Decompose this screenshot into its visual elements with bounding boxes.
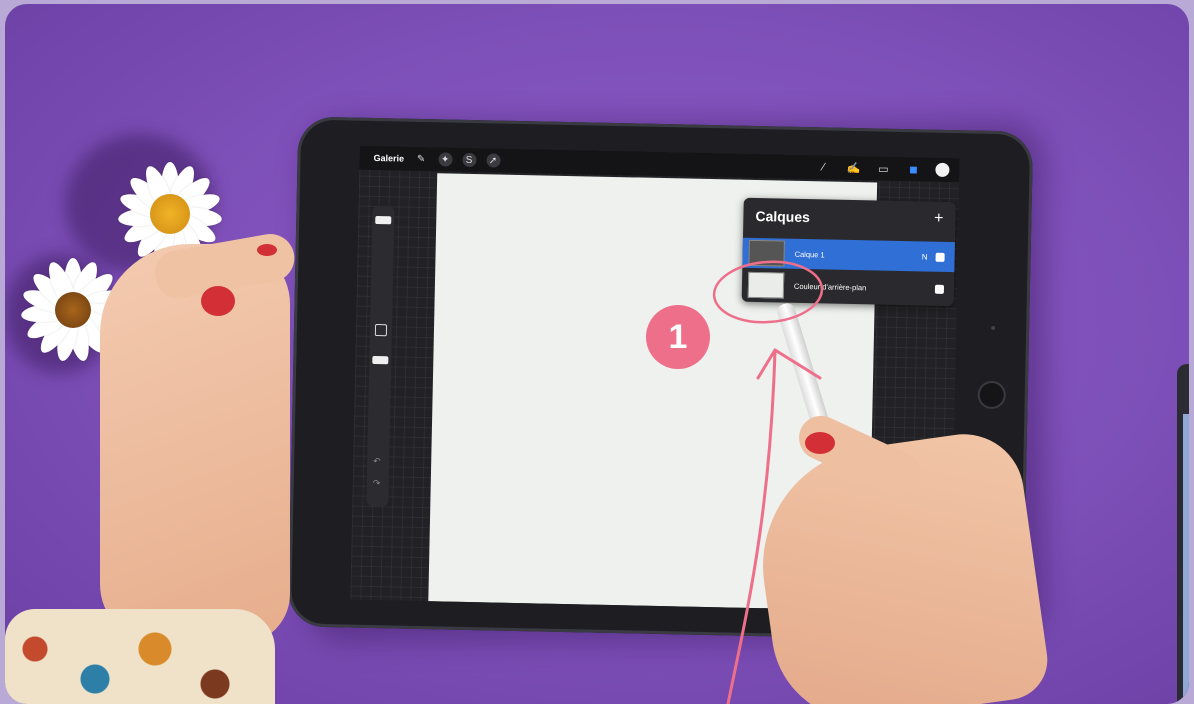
layers-icon[interactable]: ■	[905, 161, 921, 177]
add-layer-button[interactable]: +	[934, 210, 944, 228]
nail	[805, 432, 835, 454]
photo-background: Galerie ✎ ✦ S ➚ ⁄ ✍ ▭ ■ ↶ ↷ Calques + Ca…	[5, 4, 1189, 704]
undo-icon[interactable]: ↶	[373, 456, 381, 467]
nail	[201, 286, 235, 316]
transform-icon[interactable]: ➚	[485, 153, 501, 168]
brush-icon[interactable]: ⁄	[815, 159, 831, 175]
nail	[257, 244, 277, 256]
selection-icon[interactable]: S	[461, 152, 477, 168]
left-sidebar: ↶ ↷	[366, 205, 395, 507]
modify-button[interactable]	[374, 324, 388, 337]
camera-icon	[991, 325, 996, 330]
step-number-badge: 1	[646, 305, 710, 369]
gallery-button[interactable]: Galerie	[373, 153, 404, 164]
layer-row[interactable]: Couleur d'arrière-plan	[742, 270, 955, 304]
layer-name: Calque 1	[794, 249, 825, 259]
eraser-icon[interactable]: ▭	[875, 160, 891, 176]
smudge-icon[interactable]: ✍	[845, 160, 861, 176]
layer-name: Couleur d'arrière-plan	[793, 281, 867, 292]
redo-icon[interactable]: ↷	[373, 478, 381, 489]
layer-visibility-checkbox[interactable]	[935, 252, 945, 262]
opacity-slider[interactable]	[372, 355, 389, 365]
layer-thumbnail	[747, 271, 785, 299]
brush-size-slider[interactable]	[375, 215, 392, 225]
wrench-icon[interactable]: ✎	[414, 152, 428, 166]
color-picker-icon[interactable]	[935, 162, 950, 178]
layers-title: Calques	[755, 207, 811, 226]
layers-panel: Calques + Calque 1 N Couleur d'arrière-p…	[741, 197, 956, 307]
layer-thumbnail	[748, 239, 785, 267]
adjustments-icon[interactable]: ✦	[437, 152, 453, 167]
home-button[interactable]	[977, 380, 1007, 410]
patterned-sleeve	[5, 609, 275, 704]
blend-mode-label[interactable]: N	[922, 252, 928, 261]
layer-visibility-checkbox[interactable]	[934, 284, 945, 294]
left-hand	[100, 244, 290, 644]
layer-row[interactable]: Calque 1 N	[742, 237, 955, 273]
partial-device	[1177, 364, 1189, 704]
